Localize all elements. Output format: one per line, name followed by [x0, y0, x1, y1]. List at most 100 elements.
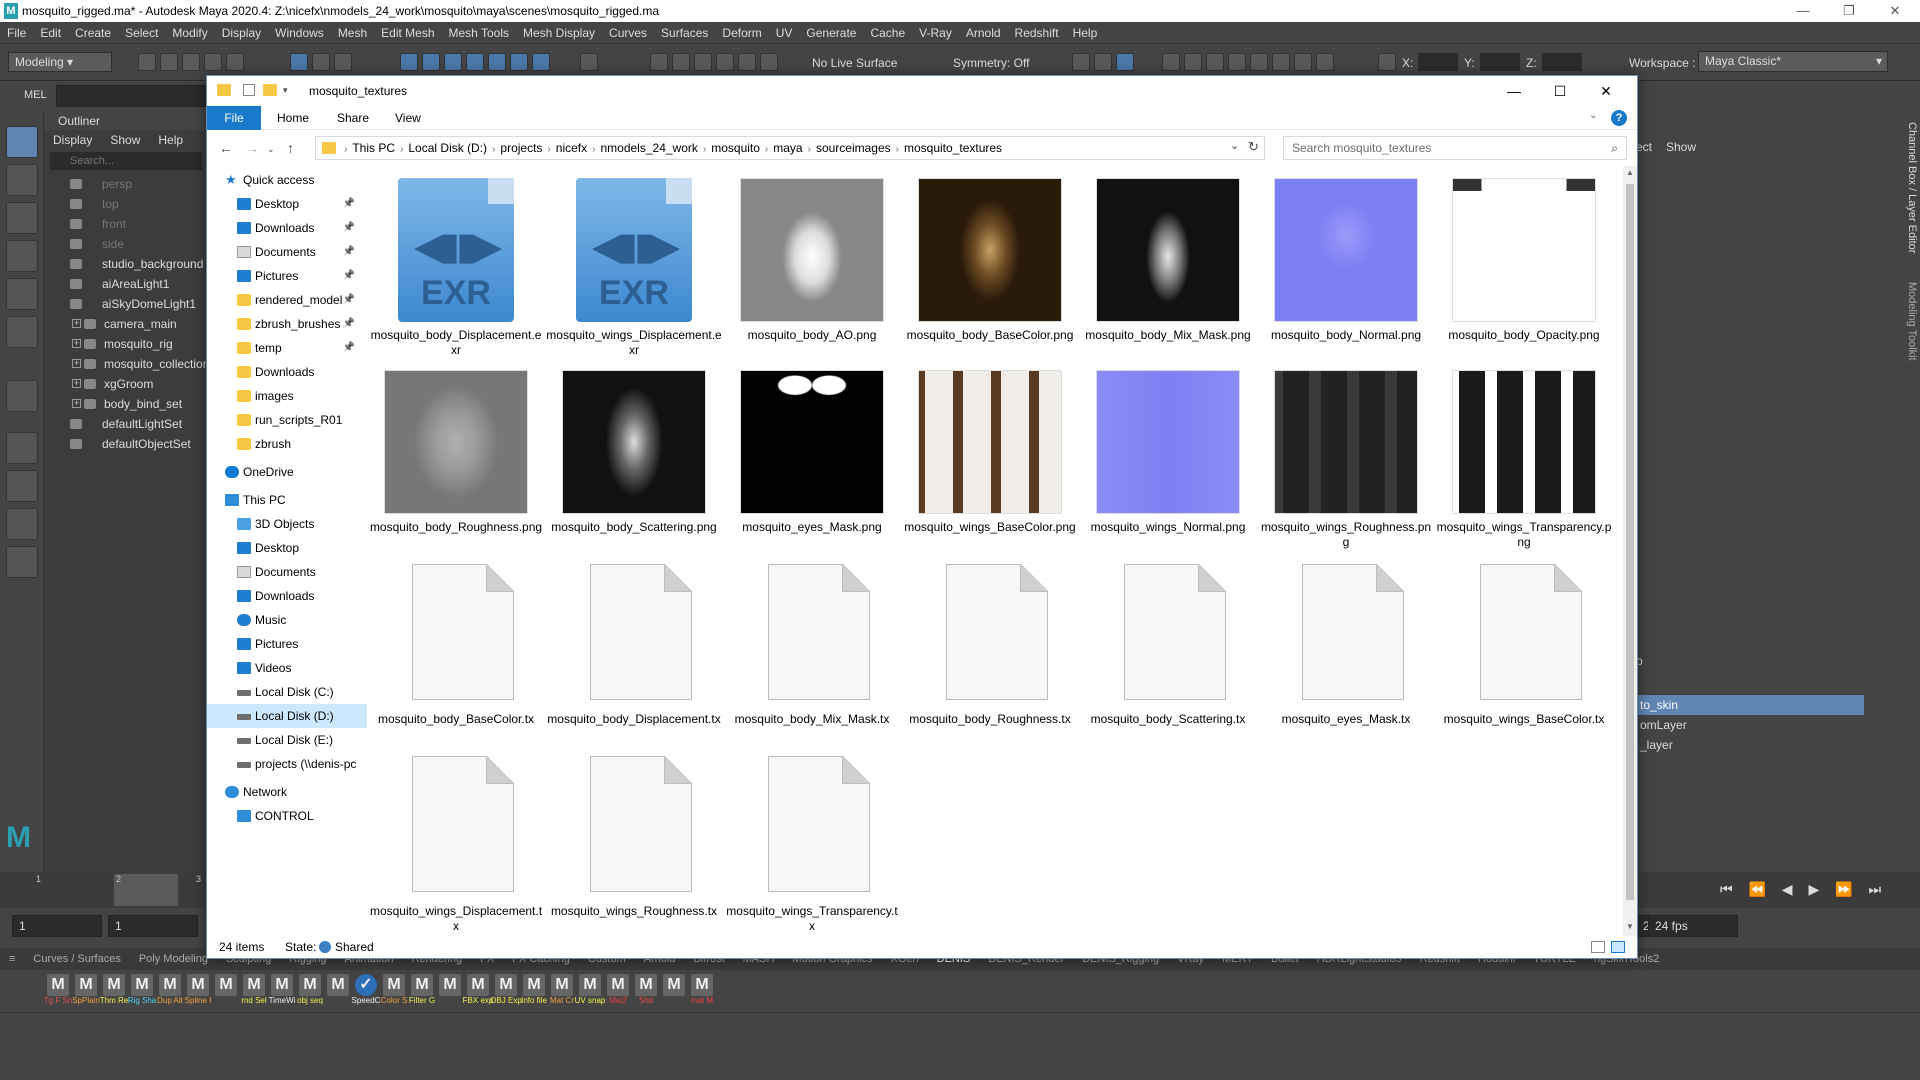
- shelf-tab[interactable]: Curves / Surfaces: [24, 948, 129, 970]
- file-item[interactable]: mosquito_body_BaseColor.png: [902, 178, 1078, 368]
- menu-set-dropdown[interactable]: Modeling ▾: [8, 52, 112, 72]
- explorer-close-icon[interactable]: ✕: [1583, 76, 1629, 106]
- current-frame-marker[interactable]: [114, 874, 178, 906]
- nav-item[interactable]: Documents: [207, 560, 367, 584]
- outliner-item[interactable]: persp: [44, 174, 208, 194]
- outliner-item[interactable]: aiSkyDomeLight1: [44, 294, 208, 314]
- persp-outliner-icon[interactable]: [6, 508, 38, 540]
- menu-windows[interactable]: Windows: [268, 22, 331, 44]
- breadcrumb-item[interactable]: mosquito: [711, 141, 760, 155]
- nav-item[interactable]: ★ Quick access: [207, 168, 367, 192]
- file-item[interactable]: mosquito_body_Opacity.png: [1436, 178, 1612, 368]
- nav-item[interactable]: Videos: [207, 656, 367, 680]
- construction-history-icon[interactable]: [650, 53, 668, 71]
- quick-access-chevron-icon[interactable]: ▾: [283, 85, 297, 97]
- snap-grid-icon[interactable]: [400, 53, 418, 71]
- file-item[interactable]: mosquito_body_Normal.png: [1258, 178, 1434, 368]
- file-item[interactable]: mosquito_eyes_Mask.tx: [1258, 562, 1434, 752]
- outliner-item[interactable]: defaultLightSet: [44, 414, 208, 434]
- breadcrumb-item[interactable]: projects: [500, 141, 542, 155]
- render-view-icon[interactable]: [1162, 53, 1180, 71]
- nav-item[interactable]: Local Disk (D:): [207, 704, 367, 728]
- breadcrumb-separator-icon[interactable]: ›: [703, 144, 706, 155]
- outliner-item[interactable]: + mosquito_collection: [44, 354, 209, 374]
- nav-item[interactable]: 3D Objects: [207, 512, 367, 536]
- render-icon[interactable]: [738, 53, 756, 71]
- coord-y-field[interactable]: [1480, 53, 1520, 71]
- scroll-up-icon[interactable]: ▲: [1626, 168, 1634, 177]
- address-bar[interactable]: › This PC › Local Disk (D:) › projects › nicefx…: [315, 136, 1265, 160]
- nav-item[interactable]: Local Disk (C:): [207, 680, 367, 704]
- explorer-maximize-icon[interactable]: ☐: [1537, 76, 1583, 106]
- shelf-button[interactable]: Mmat M: [688, 974, 716, 1008]
- channel-menu-show[interactable]: Show: [1666, 140, 1696, 154]
- address-dropdown-icon[interactable]: ⌄: [1230, 139, 1239, 152]
- new-scene-icon[interactable]: [138, 53, 156, 71]
- snap-live-icon[interactable]: [510, 53, 528, 71]
- file-item[interactable]: mosquito_wings_Transparency.tx: [724, 754, 900, 944]
- redo-icon[interactable]: [226, 53, 244, 71]
- properties-icon[interactable]: [243, 84, 255, 96]
- nav-item[interactable]: This PC: [207, 488, 367, 512]
- modeling-toolkit-tab-label[interactable]: Modeling Toolkit: [1906, 282, 1918, 361]
- file-item[interactable]: mosquito_body_Displacement.tx: [546, 562, 722, 752]
- breadcrumb-separator-icon[interactable]: ›: [400, 144, 403, 155]
- paint-select-icon[interactable]: [6, 202, 38, 234]
- history-icon[interactable]: [532, 53, 550, 71]
- output-ops-icon[interactable]: [694, 53, 712, 71]
- menu-cache[interactable]: Cache: [863, 22, 912, 44]
- breadcrumb-item[interactable]: Local Disk (D:): [408, 141, 487, 155]
- lock-icon[interactable]: [580, 53, 598, 71]
- scale-tool-icon[interactable]: [6, 316, 38, 348]
- outliner-item[interactable]: + mosquito_rig: [44, 334, 208, 354]
- outliner-search-input[interactable]: Search...: [50, 152, 202, 170]
- file-item[interactable]: mosquito_body_Scattering.tx: [1080, 562, 1256, 752]
- details-view-icon[interactable]: [1591, 941, 1605, 953]
- menu-arnold[interactable]: Arnold: [959, 22, 1008, 44]
- file-item[interactable]: mosquito_wings_BaseColor.png: [902, 370, 1078, 560]
- nav-item[interactable]: Desktop 📌: [207, 192, 367, 216]
- symmetry-label[interactable]: Symmetry: Off: [953, 56, 1029, 70]
- expand-ribbon-icon[interactable]: ⌄: [1589, 110, 1597, 121]
- file-item[interactable]: mosquito_body_Roughness.tx: [902, 562, 1078, 752]
- snap-point-icon[interactable]: [444, 53, 462, 71]
- nav-item[interactable]: Downloads: [207, 584, 367, 608]
- expand-icon[interactable]: +: [72, 399, 81, 408]
- playback-controls[interactable]: ⏮ ⏪ ◀ ▶ ⏩ ⏭: [1720, 881, 1887, 898]
- animation-start-field[interactable]: 1: [12, 915, 102, 937]
- nav-item[interactable]: zbrush_brushes 📌: [207, 312, 367, 336]
- shelf-button[interactable]: M Spline I: [184, 974, 212, 1008]
- outliner-item[interactable]: side: [44, 234, 208, 254]
- pause-icon[interactable]: [1316, 53, 1334, 71]
- breadcrumb-separator-icon[interactable]: ›: [765, 144, 768, 155]
- panel-layout2-icon[interactable]: [1094, 53, 1112, 71]
- move-tool-icon[interactable]: [6, 240, 38, 272]
- restore-icon[interactable]: ❐: [1826, 0, 1872, 22]
- scrollbar-thumb[interactable]: [1626, 184, 1634, 900]
- undo-icon[interactable]: [204, 53, 222, 71]
- file-item[interactable]: mosquito_eyes_Mask.png: [724, 370, 900, 560]
- fps-dropdown[interactable]: 24 fps: [1648, 915, 1738, 937]
- breadcrumb-item[interactable]: mosquito_textures: [904, 141, 1002, 155]
- nav-item[interactable]: OneDrive: [207, 460, 367, 484]
- select-hierarchy-icon[interactable]: [290, 53, 308, 71]
- display-layer-row[interactable]: omLayer: [1636, 715, 1864, 735]
- hypershade-icon[interactable]: [1228, 53, 1246, 71]
- shelf-tab[interactable]: Poly Modeling: [130, 948, 217, 970]
- menu-modify[interactable]: Modify: [165, 22, 214, 44]
- breadcrumb-separator-icon[interactable]: ›: [896, 144, 899, 155]
- outliner-item[interactable]: studio_background: [44, 254, 208, 274]
- file-item[interactable]: mosquito_body_AO.png: [724, 178, 900, 368]
- select-tool-icon[interactable]: [6, 126, 38, 158]
- outliner-menu-help[interactable]: Help: [149, 130, 192, 150]
- file-item[interactable]: mosquito_body_Mix_Mask.png: [1080, 178, 1256, 368]
- tab-view[interactable]: View: [395, 106, 421, 130]
- menu-create[interactable]: Create: [68, 22, 118, 44]
- save-scene-icon[interactable]: [182, 53, 200, 71]
- coord-x-field[interactable]: [1418, 53, 1458, 71]
- large-icons-view-icon[interactable]: [1611, 941, 1625, 953]
- coord-z-field[interactable]: [1542, 53, 1582, 71]
- nav-item[interactable]: Local Disk (E:): [207, 728, 367, 752]
- file-item[interactable]: mosquito_wings_Roughness.png: [1258, 370, 1434, 560]
- nav-item[interactable]: images: [207, 384, 367, 408]
